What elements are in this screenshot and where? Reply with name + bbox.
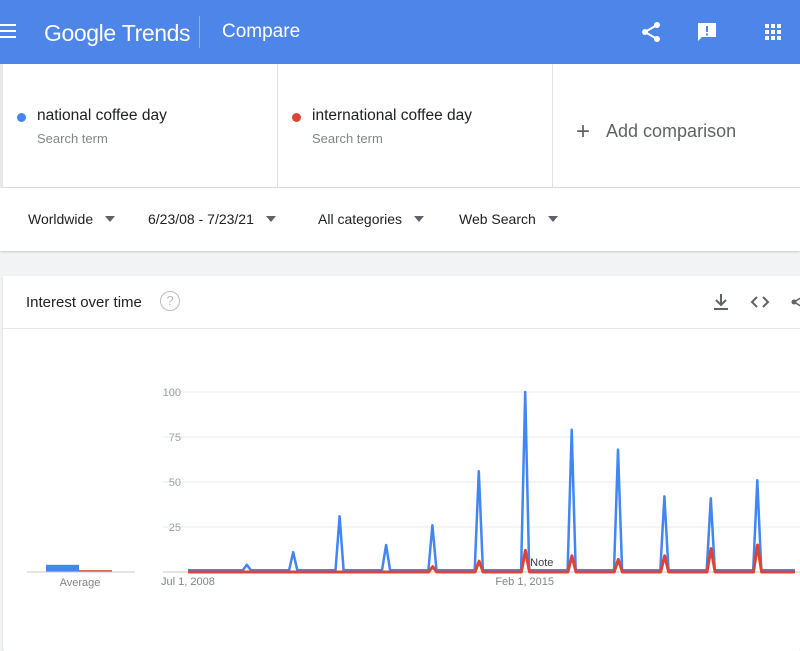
dropdown-arrow-icon — [547, 216, 558, 222]
category-dropdown[interactable]: All categories — [318, 211, 425, 227]
add-comparison-button[interactable]: + Add comparison — [576, 118, 736, 146]
average-bar — [46, 564, 79, 572]
header-divider — [199, 16, 200, 48]
date-range-value: 6/23/08 - 7/23/21 — [148, 211, 254, 227]
x-tick-label: Jul 1, 2008 — [161, 576, 215, 588]
term-name: international coffee day — [312, 107, 472, 124]
y-tick-label: 75 — [169, 432, 181, 444]
series-line — [188, 543, 795, 574]
y-tick-label: 50 — [169, 477, 181, 489]
search-type-value: Web Search — [459, 211, 536, 227]
logo-google-text: Google — [44, 20, 116, 46]
share-icon[interactable] — [639, 20, 663, 44]
dropdown-arrow-icon — [265, 216, 276, 222]
dropdown-arrow-icon — [414, 216, 425, 222]
term-color-dot — [17, 113, 26, 122]
region-dropdown[interactable]: Worldwide — [28, 211, 116, 227]
plus-icon: + — [576, 118, 591, 145]
logo-trends-text: Trends — [121, 20, 191, 46]
term-name: national coffee day — [37, 107, 167, 124]
top-app-bar: Google Trends Compare — [0, 0, 800, 64]
term-subtitle: Search term — [312, 131, 383, 146]
interest-over-time-card: Interest over time ? 100 75 50 25 Jul 1, 200… — [3, 276, 800, 651]
feedback-icon[interactable] — [695, 20, 719, 44]
x-tick-label: Feb 1, 2015 — [495, 576, 554, 588]
y-tick-label: 25 — [169, 522, 181, 534]
region-value: Worldwide — [28, 211, 94, 227]
apps-icon[interactable] — [761, 20, 785, 44]
interest-over-time-chart: 100 75 50 25 Jul 1, 2008 Feb 1, 2015 Average No… — [27, 387, 800, 589]
search-type-dropdown[interactable]: Web Search — [459, 211, 558, 227]
page-title: Compare — [222, 21, 301, 42]
category-value: All categories — [318, 211, 403, 227]
filter-bar: Worldwide 6/23/08 - 7/23/21 All categori… — [0, 188, 800, 251]
y-tick-label: 100 — [163, 387, 181, 399]
menu-icon[interactable] — [0, 24, 16, 40]
series-line — [188, 390, 795, 572]
term-color-dot — [292, 113, 301, 122]
date-range-dropdown[interactable]: 6/23/08 - 7/23/21 — [148, 211, 276, 227]
term-subtitle: Search term — [37, 131, 108, 146]
compare-panel: national coffee day Search term internat… — [0, 64, 800, 188]
dropdown-arrow-icon — [105, 216, 116, 222]
average-label: Average — [60, 577, 101, 589]
search-term-card[interactable]: national coffee day Search term — [0, 64, 278, 188]
search-term-card[interactable]: international coffee day Search term — [278, 64, 553, 188]
note-label: Note — [530, 557, 553, 569]
add-comparison-label: Add comparison — [606, 121, 737, 141]
google-trends-logo[interactable]: Google Trends — [44, 20, 191, 47]
